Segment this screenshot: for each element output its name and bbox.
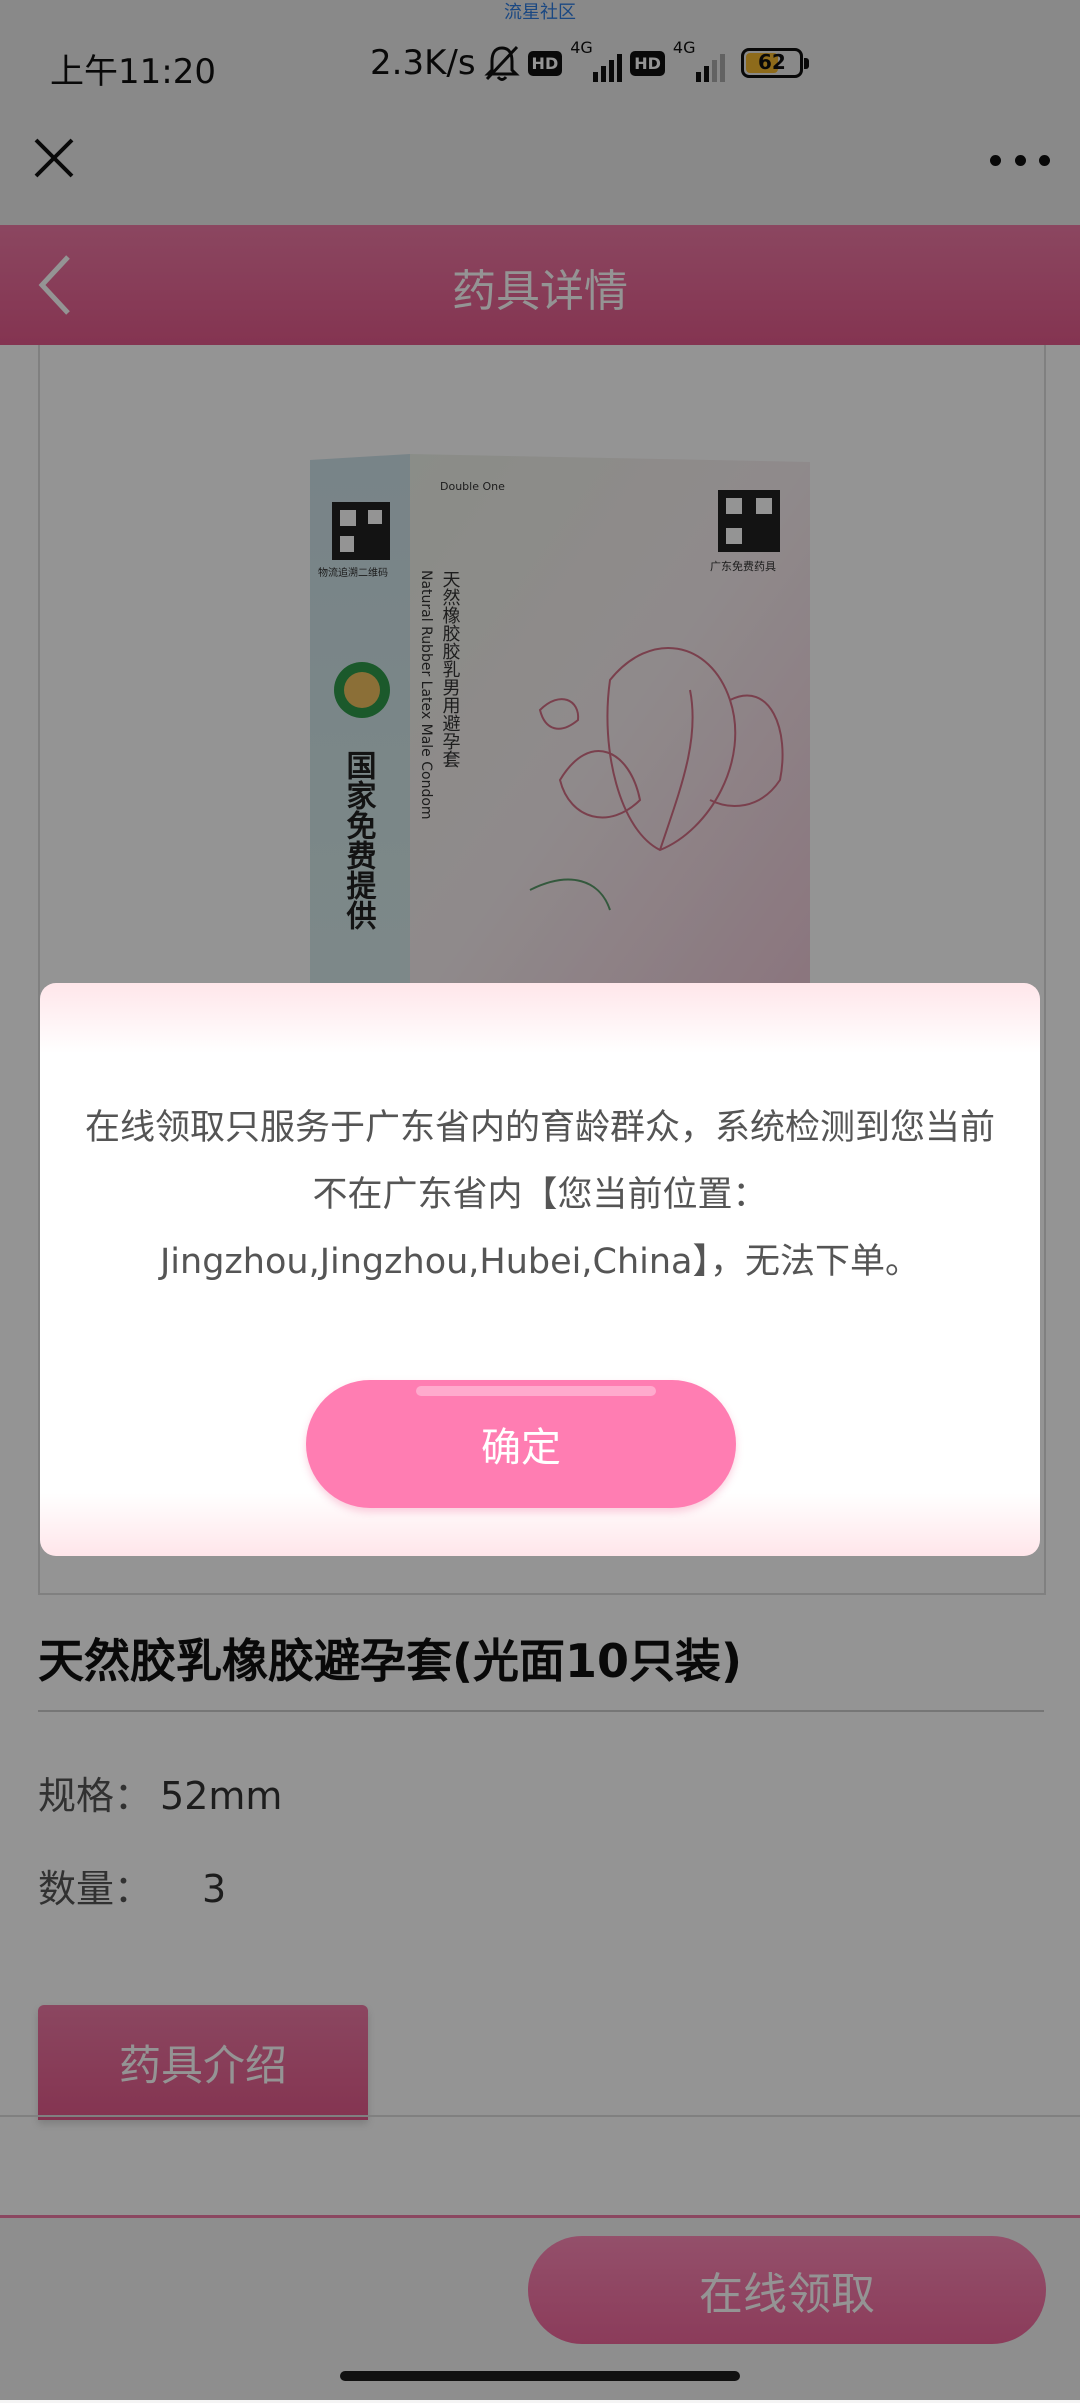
button-highlight	[416, 1386, 656, 1396]
dialog-message: 在线领取只服务于广东省内的育龄群众，系统检测到您当前不在广东省内【您当前位置：J…	[84, 1108, 995, 1282]
location-alert-dialog: 在线领取只服务于广东省内的育龄群众，系统检测到您当前不在广东省内【您当前位置：J…	[40, 983, 1040, 1556]
confirm-button[interactable]: 确定	[306, 1380, 736, 1508]
home-indicator[interactable]	[340, 2371, 740, 2381]
confirm-button-label: 确定	[481, 1425, 561, 1471]
